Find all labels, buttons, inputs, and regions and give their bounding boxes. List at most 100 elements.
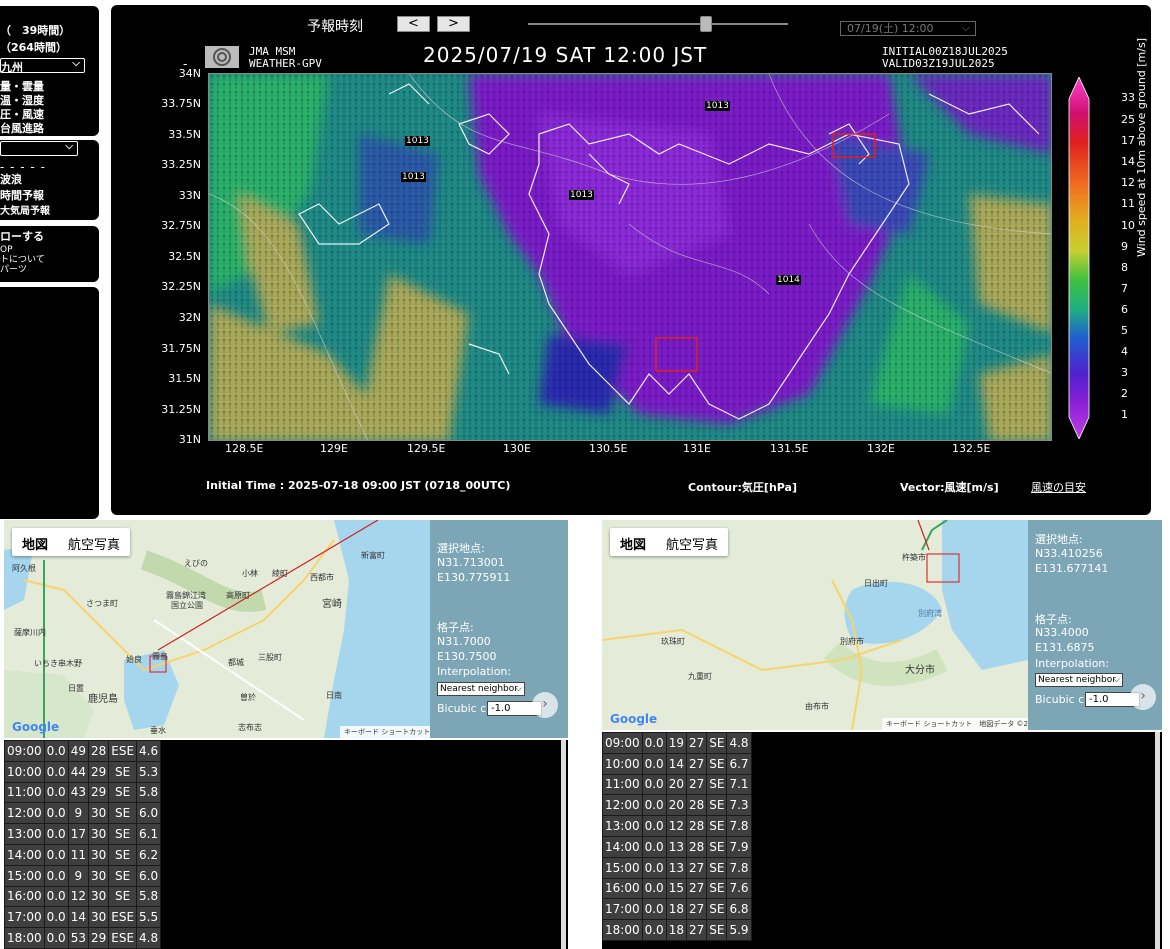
table-cell: 15:00: [4, 864, 45, 887]
menu-item[interactable]: 台風進路: [0, 122, 44, 135]
tab-map[interactable]: 地図: [610, 528, 656, 556]
table-cell: 16:00: [4, 885, 45, 908]
table-cell: 27: [685, 877, 708, 900]
chevron-down-icon: ⌵: [65, 141, 73, 152]
table-cell: 10:00: [602, 752, 643, 775]
table-cell: 5.8: [136, 781, 162, 804]
menu-item[interactable]: 圧・風速: [0, 108, 44, 121]
table-cell: 29: [87, 927, 110, 949]
table-cell: 17:00: [4, 906, 45, 929]
table-cell: ESE: [108, 927, 138, 949]
time-slider-handle[interactable]: [700, 16, 712, 32]
time-slider-track[interactable]: [528, 23, 788, 25]
scrollbar[interactable]: [561, 740, 566, 949]
interpolation-value: Nearest neighbor: [440, 684, 518, 694]
menu-item[interactable]: OP: [0, 245, 13, 255]
forecast-table-right: 09:00 0.0 19 27 SE 4.8 10:00 0.0 14 27 SE 6.7 11:00 0…: [602, 732, 1162, 949]
bicubic-label: Bicubic c:: [1035, 693, 1088, 706]
table-cell: 0.0: [43, 906, 69, 929]
menu-item[interactable]: 波浪: [0, 173, 22, 186]
place-label: 宮崎: [322, 599, 342, 610]
table-cell: 09:00: [4, 740, 45, 762]
next-time-button[interactable]: >: [437, 16, 470, 32]
table-cell: SE: [108, 843, 138, 866]
y-tick: 33.5N: [168, 128, 201, 141]
table-cell: SE: [706, 877, 728, 900]
colorbar-tick: 2: [1121, 387, 1128, 400]
colorbar-tick: 4: [1121, 345, 1128, 358]
table-cell: 12: [67, 885, 89, 908]
interpolation-label: Interpolation:: [437, 665, 512, 678]
colorbar-tick: 17: [1121, 134, 1135, 147]
table-row: 09:00 0.0 49 28 ESE 4.6: [4, 740, 162, 762]
google-map-right[interactable]: 杵築市 日出町 別府湾 別府市 玖珠町 大分市 九重町 由布市 地図 航空写真 …: [602, 520, 1028, 730]
x-tick: 132.5E: [952, 442, 991, 455]
table-cell: 7.1: [726, 773, 752, 796]
colorbar-tick: 9: [1121, 240, 1128, 253]
table-cell: 12:00: [602, 794, 643, 817]
table-cell: 27: [685, 856, 708, 879]
table-row: 18:00 0.0 18 27 SE 5.9: [602, 919, 752, 941]
table-cell: 4.6: [136, 740, 162, 762]
forecast-table: 09:00 0.0 19 27 SE 4.8 10:00 0.0 14 27 SE 6.7 11:00 0…: [602, 732, 752, 941]
table-cell: 0.0: [43, 781, 69, 804]
place-label: 国立公園: [171, 601, 203, 610]
forecast-date-select[interactable]: 07/19(土) 12:00 ⌵: [840, 21, 976, 36]
google-logo: Google: [12, 720, 60, 734]
x-tick: 131.5E: [770, 442, 809, 455]
table-cell: 6.2: [136, 843, 162, 866]
table-cell: 7.6: [726, 877, 752, 900]
place-label: 由布市: [805, 702, 829, 711]
prev-time-button[interactable]: <: [397, 16, 430, 32]
table-cell: 0.0: [641, 752, 667, 775]
wind-guide-link[interactable]: 風速の目安: [1031, 479, 1086, 495]
table-cell: 0.0: [641, 898, 667, 921]
y-tick: 32.5N: [168, 250, 201, 263]
menu-item[interactable]: パーツ: [0, 265, 27, 275]
place-label: 曽於: [240, 693, 256, 702]
menu-item[interactable]: 量・雲量: [0, 80, 44, 93]
chevron-right-icon[interactable]: ›: [1130, 684, 1156, 710]
interpolation-select[interactable]: Nearest neighbor ⌵: [437, 682, 525, 696]
interpolation-select[interactable]: Nearest neighbor ⌵: [1035, 673, 1123, 687]
menu-item[interactable]: トについて: [0, 255, 45, 265]
grid-point-label: 格子点:: [437, 621, 474, 634]
table-cell: 0.0: [641, 815, 667, 837]
table-row: 16:00 0.0 12 30 SE 5.8: [4, 885, 162, 908]
region-select[interactable]: 九州 ⌵: [0, 58, 85, 74]
menu-item[interactable]: ローする: [0, 230, 44, 243]
table-cell: SE: [706, 919, 728, 941]
table-cell: 5.3: [136, 760, 162, 783]
colorbar-tick: 1: [1121, 408, 1128, 421]
table-cell: 30: [87, 906, 110, 929]
menu-item[interactable]: 時間予報: [0, 189, 44, 202]
bicubic-label: Bicubic c:: [437, 702, 490, 715]
tab-aerial[interactable]: 航空写真: [58, 528, 130, 556]
menu-item[interactable]: 温・湿度: [0, 94, 44, 107]
scrollbar[interactable]: [1155, 732, 1160, 949]
place-label: さつま町: [86, 599, 118, 608]
grid-point-label: 格子点:: [1035, 613, 1072, 626]
tab-aerial[interactable]: 航空写真: [656, 528, 728, 556]
place-label: 別府湾: [918, 609, 942, 618]
wind-speed-map[interactable]: 1013 1013 1013 1013 1014: [208, 73, 1052, 441]
table-cell: 11:00: [4, 781, 45, 804]
chevron-right-icon[interactable]: ›: [532, 692, 558, 718]
table-cell: 5.5: [136, 906, 162, 929]
layer-select[interactable]: ⌵: [0, 141, 78, 156]
tab-map[interactable]: 地図: [12, 528, 58, 556]
forecast-date-value: 07/19(土) 12:00: [847, 22, 934, 35]
table-cell: 30: [87, 823, 110, 845]
table-cell: 7.9: [726, 835, 752, 858]
colorbar-tick: 8: [1121, 261, 1128, 274]
table-cell: 14: [665, 752, 687, 775]
table-cell: 15: [665, 877, 687, 900]
table-row: 10:00 0.0 14 27 SE 6.7: [602, 752, 752, 775]
table-cell: 11: [67, 843, 89, 866]
menu-item[interactable]: 大気局予報: [0, 205, 50, 218]
x-tick: 132E: [867, 442, 895, 455]
y-tick: 32N: [178, 311, 201, 324]
table-cell: SE: [706, 835, 728, 858]
google-map-left[interactable]: 阿久根 えびの 小林 綾町 西都市 新富町 さつま町 霧島錦江湾 国立公園 高原…: [4, 520, 430, 738]
table-cell: 10:00: [4, 760, 45, 783]
